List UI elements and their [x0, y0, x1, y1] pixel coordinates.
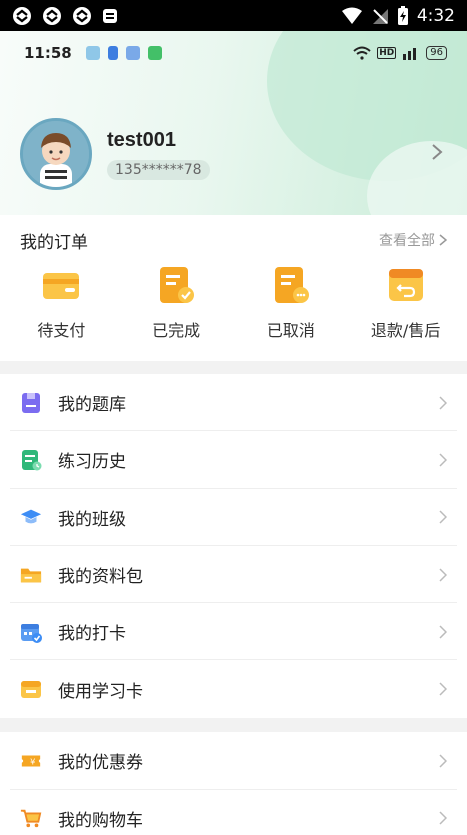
- order-label: 待支付: [37, 321, 86, 340]
- view-all-orders-link[interactable]: 查看全部: [379, 230, 447, 250]
- wifi-icon: [341, 7, 362, 24]
- avatar[interactable]: [20, 118, 92, 190]
- menu-item-practice-history[interactable]: 练习历史: [0, 431, 467, 489]
- order-cancelled[interactable]: 已取消: [236, 265, 346, 341]
- order-label: 退款/售后: [370, 321, 441, 340]
- folder-icon: [20, 568, 42, 582]
- order-completed[interactable]: 已完成: [121, 265, 231, 341]
- graduation-cap-icon: [20, 509, 42, 524]
- cancelled-doc-icon: [274, 267, 309, 303]
- menu-label: 我的优惠券: [58, 753, 143, 774]
- menu-item-my-class[interactable]: 我的班级: [0, 489, 467, 547]
- refund-box-icon: [388, 269, 423, 301]
- chevron-right-icon: [439, 453, 447, 467]
- menu-label: 我的题库: [58, 395, 126, 416]
- shopping-menu: ¥ 我的优惠券 我的购物车: [0, 732, 467, 835]
- menu-label: 我的打卡: [58, 624, 126, 645]
- question-bank-icon: [22, 392, 40, 413]
- sync-icon: [13, 6, 31, 25]
- menu-label: 我的班级: [58, 509, 126, 530]
- menu-item-shopping-cart[interactable]: 我的购物车: [0, 790, 467, 835]
- study-card-icon: [21, 681, 41, 699]
- app-icon: [147, 46, 162, 60]
- status-clock: 11:58: [24, 44, 72, 62]
- service-menu: 我的题库 练习历史 我的班级 我的资料包 我的打卡 使用学习卡: [0, 374, 467, 718]
- wallet-icon: [43, 273, 80, 299]
- chevron-right-icon: [439, 510, 447, 524]
- chevron-right-icon: [439, 625, 447, 639]
- wifi-icon: [353, 46, 371, 60]
- menu-label: 我的资料包: [58, 567, 143, 588]
- order-label: 已取消: [266, 321, 315, 340]
- menu-label: 使用学习卡: [58, 681, 143, 702]
- menu-item-study-card[interactable]: 使用学习卡: [0, 660, 467, 717]
- signal-5g-icon: [403, 48, 417, 60]
- menu-label: 我的购物车: [58, 810, 143, 831]
- chevron-right-icon: [439, 811, 447, 825]
- view-all-label: 查看全部: [379, 233, 435, 249]
- battery-charging-icon: [397, 5, 408, 25]
- coupon-icon: ¥: [21, 755, 41, 766]
- battery-indicator: 96: [426, 46, 447, 60]
- chevron-right-icon: [439, 234, 447, 246]
- menu-item-materials[interactable]: 我的资料包: [0, 546, 467, 604]
- app-notification-icon: [103, 8, 117, 23]
- chevron-right-icon: [439, 396, 447, 410]
- orders-section: 我的订单 查看全部 待支付 已完成 已取消 退款/售后: [0, 215, 467, 361]
- username: test001: [107, 128, 176, 151]
- menu-label: 练习历史: [58, 452, 126, 473]
- system-clock: 4:32: [416, 5, 455, 26]
- app-icon: [107, 46, 118, 60]
- user-profile[interactable]: test001 135******78: [20, 118, 210, 190]
- menu-item-coupons[interactable]: ¥ 我的优惠券: [0, 732, 467, 790]
- practice-history-icon: [22, 449, 42, 471]
- calendar-check-icon: [21, 623, 42, 643]
- shopping-cart-icon: [20, 810, 42, 828]
- svg-text:¥: ¥: [30, 756, 35, 766]
- menu-item-question-bank[interactable]: 我的题库: [0, 374, 467, 432]
- chevron-right-icon: [439, 754, 447, 768]
- orders-title: 我的订单: [20, 232, 88, 253]
- sync-icon: [43, 6, 61, 25]
- system-status-bar: 4:32: [0, 0, 467, 31]
- chevron-right-icon: [439, 568, 447, 582]
- order-refund[interactable]: 退款/售后: [351, 265, 461, 341]
- menu-item-check-in[interactable]: 我的打卡: [0, 603, 467, 661]
- hd-icon: HD: [377, 47, 397, 59]
- app-icon: [85, 46, 100, 60]
- no-signal-icon: [372, 8, 388, 24]
- phone-number: 135******78: [107, 159, 210, 180]
- sync-icon: [73, 6, 91, 25]
- chevron-right-icon: [439, 682, 447, 696]
- chevron-right-icon[interactable]: [431, 143, 443, 161]
- completed-doc-icon: [160, 267, 195, 303]
- app-icon: [125, 46, 140, 60]
- order-label: 已完成: [152, 321, 201, 340]
- app-status-bar: 11:58 HD 96: [0, 31, 467, 75]
- order-pending-payment[interactable]: 待支付: [6, 265, 116, 341]
- profile-header: 11:58 HD 96 test001 135******78: [0, 31, 467, 215]
